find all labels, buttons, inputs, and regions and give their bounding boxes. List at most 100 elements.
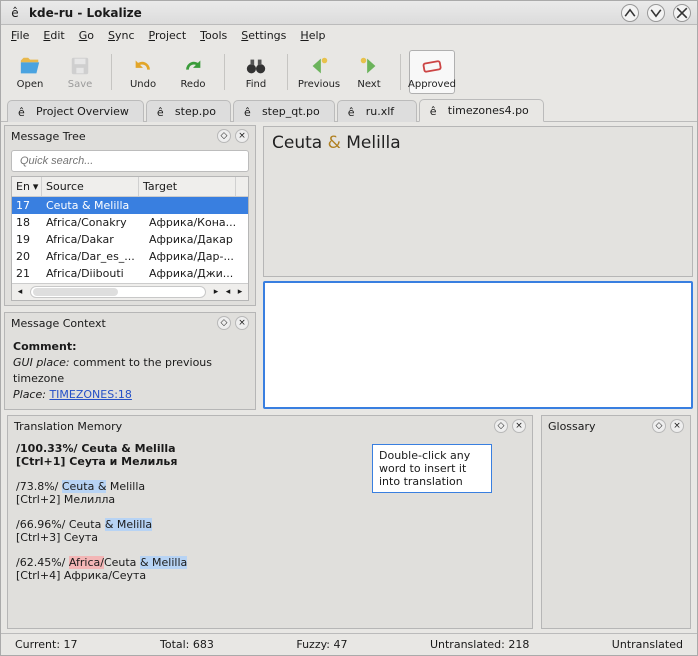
menu-file[interactable]: File [11,29,29,42]
folder-open-icon [19,55,41,77]
scroll-right-icon[interactable]: ▸ [210,286,222,298]
status-current-label: Current: [15,638,64,651]
panel-float-icon[interactable]: ◇ [652,419,666,433]
table-row[interactable]: 19Africa/DakarАфрика/Дакар [12,231,248,248]
message-tree-panel: Message Tree ◇ × En▾ Source Target 17Ceu… [4,125,256,306]
col-source[interactable]: Source [42,177,139,196]
titlebar: ê kde-ru - Lokalize [1,1,697,25]
place-link[interactable]: TIMEZONES:18 [49,388,131,401]
tab-step-qt-po[interactable]: ê step_qt.po [233,100,335,122]
file-icon: ê [348,106,360,118]
h-scrollbar[interactable] [30,286,206,298]
tm-entry[interactable]: /66.96%/ Ceuta & Melilla [Ctrl+3] Сеута [16,518,524,544]
window-title: kde-ru - Lokalize [29,6,142,20]
file-icon: ê [244,106,256,118]
document-tabs: ê Project Overview ê step.po ê step_qt.po ê… [1,98,697,122]
nav-prev-icon[interactable]: ◂ [222,286,234,298]
status-fuzzy-label: Fuzzy: [296,638,333,651]
binoculars-icon [245,55,267,77]
message-rows[interactable]: 17Ceuta & Melilla18Africa/ConakryАфрика/… [12,197,248,283]
previous-label: Previous [298,79,340,90]
tm-entry[interactable]: /62.45%/ Africa/Ceuta & Melilla [Ctrl+4]… [16,556,524,582]
toolbar: Open Save Undo Redo Find Previous Next A… [1,46,697,98]
menu-go[interactable]: Go [79,29,94,42]
glossary-panel: Glossary ◇ × [541,415,691,629]
table-row[interactable]: 17Ceuta & Melilla [12,197,248,214]
status-total: 683 [193,638,214,651]
redo-button[interactable]: Redo [170,50,216,94]
target-text-editor[interactable] [263,281,693,409]
redo-icon [182,55,204,77]
comment-label: Comment: [13,340,77,353]
tm-tooltip: Double-click any word to insert it into … [372,444,492,493]
arrow-left-icon [308,55,330,77]
menu-settings[interactable]: Settings [241,29,286,42]
file-icon: ê [430,105,442,117]
status-total-label: Total: [160,638,193,651]
app-icon: ê [7,5,23,21]
tab-project-overview[interactable]: ê Project Overview [7,100,144,122]
find-button[interactable]: Find [233,50,279,94]
nav-next-icon[interactable]: ▸ [234,286,246,298]
scroll-left-icon[interactable]: ◂ [14,286,26,298]
panel-title: Message Tree [11,130,213,143]
quick-search-input[interactable] [11,150,249,172]
redo-label: Redo [180,79,205,90]
menu-tools[interactable]: Tools [200,29,227,42]
status-fuzzy: 47 [334,638,348,651]
save-button[interactable]: Save [57,50,103,94]
file-icon: ê [157,106,169,118]
save-label: Save [68,79,93,90]
panel-title: Message Context [11,317,213,330]
open-button[interactable]: Open [7,50,53,94]
translation-memory-panel: Translation Memory ◇ × /100.33%/ Ceuta &… [7,415,533,629]
menu-project[interactable]: Project [149,29,187,42]
maximize-button[interactable] [647,4,665,22]
menu-edit[interactable]: Edit [43,29,64,42]
tab-label: step_qt.po [262,105,320,118]
panel-close-icon[interactable]: × [235,316,249,330]
approved-toggle[interactable]: Approved [409,50,455,94]
table-row[interactable]: 21Africa/DiiboutiАфрика/Джи... [12,265,248,282]
undo-button[interactable]: Undo [120,50,166,94]
save-icon [69,55,91,77]
table-row[interactable]: 18Africa/ConakryАфрика/Кона... [12,214,248,231]
next-button[interactable]: Next [346,50,392,94]
tab-label: timezones4.po [448,104,529,117]
menu-help[interactable]: Help [300,29,325,42]
tab-step-po[interactable]: ê step.po [146,100,231,122]
undo-icon [132,55,154,77]
tab-timezones4-po[interactable]: ê timezones4.po [419,99,544,122]
panel-close-icon[interactable]: × [235,129,249,143]
next-label: Next [357,79,380,90]
status-untranslated: 218 [508,638,529,651]
close-button[interactable] [673,4,691,22]
panel-float-icon[interactable]: ◇ [494,419,508,433]
place-label: Place: [13,388,46,401]
col-en[interactable]: En▾ [12,177,42,196]
panel-float-icon[interactable]: ◇ [217,129,231,143]
status-state: Untranslated [612,638,683,651]
gui-place-label: GUI place: [13,356,70,369]
tab-label: ru.xlf [366,105,394,118]
status-current: 17 [64,638,78,651]
previous-button[interactable]: Previous [296,50,342,94]
panel-close-icon[interactable]: × [512,419,526,433]
find-label: Find [246,79,267,90]
menu-sync[interactable]: Sync [108,29,135,42]
globe-icon: ê [18,106,30,118]
status-bar: Current: 17 Total: 683 Fuzzy: 47 Untrans… [1,633,697,655]
approved-label: Approved [408,79,456,90]
status-untranslated-label: Untranslated: [430,638,508,651]
tab-label: Project Overview [36,105,129,118]
panel-float-icon[interactable]: ◇ [217,316,231,330]
menubar: File Edit Go Sync Project Tools Settings… [1,25,697,46]
source-text-view: Ceuta & Melilla [263,126,693,277]
panel-close-icon[interactable]: × [670,419,684,433]
table-header: En▾ Source Target [12,177,248,197]
tab-label: step.po [175,105,216,118]
table-row[interactable]: 20Africa/Dar_es_...Африка/Дар-... [12,248,248,265]
minimize-button[interactable] [621,4,639,22]
col-target[interactable]: Target [139,177,236,196]
tab-ru-xlf[interactable]: ê ru.xlf [337,100,417,122]
